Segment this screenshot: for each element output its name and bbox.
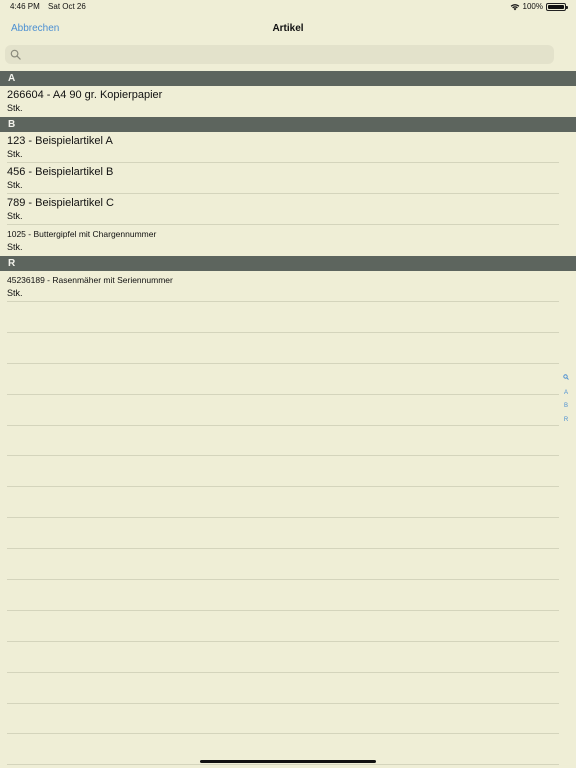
index-letter[interactable]: R bbox=[561, 414, 571, 428]
item-title: 45236189 - Rasenmäher mit Seriennummer bbox=[7, 275, 173, 285]
list-item[interactable]: 789 - Beispielartikel C Stk. bbox=[0, 194, 576, 225]
empty-row bbox=[0, 487, 576, 519]
item-title: 266604 - A4 90 gr. Kopierpapier bbox=[7, 89, 163, 101]
article-list: A 266604 - A4 90 gr. Kopierpapier Stk. B… bbox=[0, 71, 576, 302]
wifi-icon bbox=[510, 3, 519, 10]
status-time: 4:46 PM bbox=[10, 2, 40, 11]
search-bar[interactable] bbox=[5, 45, 554, 66]
empty-row bbox=[0, 704, 576, 735]
empty-rows bbox=[0, 302, 576, 766]
search-icon bbox=[563, 374, 569, 380]
index-letter[interactable]: A bbox=[561, 387, 571, 401]
item-title: 789 - Beispielartikel C bbox=[7, 197, 114, 209]
search-icon bbox=[10, 49, 21, 60]
item-title: 123 - Beispielartikel A bbox=[7, 135, 113, 147]
item-unit: Stk. bbox=[7, 149, 23, 159]
list-item[interactable]: 1025 - Buttergipfel mit Chargennummer St… bbox=[0, 225, 576, 256]
empty-row bbox=[0, 580, 576, 611]
section-index[interactable]: A B R bbox=[561, 373, 571, 427]
empty-row bbox=[0, 642, 576, 673]
item-unit: Stk. bbox=[7, 288, 23, 298]
empty-row bbox=[0, 611, 576, 642]
section-header: B bbox=[0, 117, 576, 132]
list-item[interactable]: 266604 - A4 90 gr. Kopierpapier Stk. bbox=[0, 86, 576, 117]
status-left: 4:46 PM Sat Oct 26 bbox=[10, 2, 92, 11]
battery-percent: 100% bbox=[522, 2, 543, 11]
item-title: 1025 - Buttergipfel mit Chargennummer bbox=[7, 229, 157, 239]
empty-row bbox=[0, 426, 576, 457]
empty-row bbox=[0, 549, 576, 581]
status-bar: 4:46 PM Sat Oct 26 100% bbox=[0, 0, 576, 14]
list-item[interactable]: 123 - Beispielartikel A Stk. bbox=[0, 132, 576, 163]
empty-row bbox=[0, 518, 576, 550]
home-indicator bbox=[200, 760, 376, 763]
item-unit: Stk. bbox=[7, 103, 23, 113]
empty-row bbox=[0, 395, 576, 426]
battery-icon bbox=[546, 2, 568, 11]
item-unit: Stk. bbox=[7, 242, 23, 252]
item-unit: Stk. bbox=[7, 211, 23, 221]
empty-row bbox=[0, 456, 576, 488]
empty-row bbox=[0, 302, 576, 333]
section-header: R bbox=[0, 256, 576, 271]
search-input[interactable] bbox=[25, 45, 549, 66]
nav-bar: Abbrechen Artikel bbox=[0, 14, 576, 44]
item-unit: Stk. bbox=[7, 180, 23, 190]
empty-row bbox=[0, 364, 576, 395]
section-a: A 266604 - A4 90 gr. Kopierpapier Stk. bbox=[0, 71, 576, 117]
row-divider bbox=[7, 764, 559, 766]
item-title: 456 - Beispielartikel B bbox=[7, 166, 114, 178]
empty-row bbox=[0, 673, 576, 704]
status-date: Sat Oct 26 bbox=[48, 2, 86, 11]
status-right: 100% bbox=[510, 2, 568, 11]
empty-row bbox=[0, 333, 576, 364]
index-search[interactable] bbox=[561, 373, 571, 387]
list-item[interactable]: 456 - Beispielartikel B Stk. bbox=[0, 163, 576, 194]
list-item[interactable]: 45236189 - Rasenmäher mit Seriennummer S… bbox=[0, 271, 576, 302]
page-title: Artikel bbox=[272, 23, 304, 34]
index-letter[interactable]: B bbox=[561, 400, 571, 414]
section-b: B 123 - Beispielartikel A Stk. 456 - Bei… bbox=[0, 117, 576, 256]
section-header: A bbox=[0, 71, 576, 86]
section-r: R 45236189 - Rasenmäher mit Seriennummer… bbox=[0, 256, 576, 302]
